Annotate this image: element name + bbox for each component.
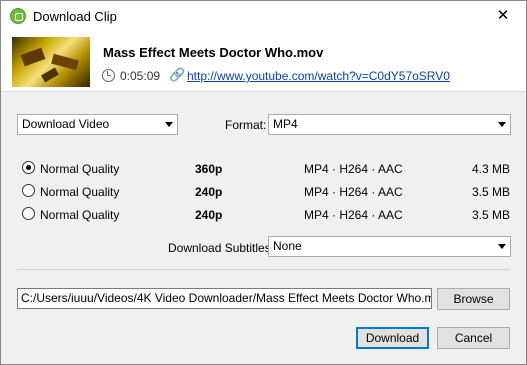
quality-radio[interactable] <box>22 184 35 197</box>
chevron-down-icon <box>165 122 173 127</box>
browse-button[interactable]: Browse <box>437 288 510 310</box>
video-thumbnail <box>12 37 90 87</box>
close-button[interactable]: ✕ <box>480 1 526 31</box>
quality-codec: MP4 · H264 · AAC <box>304 162 403 176</box>
quality-codec: MP4 · H264 · AAC <box>304 185 403 199</box>
quality-size: 3.5 MB <box>471 208 510 222</box>
format-label: Format: <box>225 118 267 132</box>
quality-resolution: 240p <box>195 185 223 199</box>
video-url-link[interactable]: http://www.youtube.com/watch?v=C0dY57oSR… <box>187 69 450 83</box>
output-path-field[interactable]: C:/Users/iuuu/Videos/4K Video Downloader… <box>17 288 432 309</box>
download-type-value: Download Video <box>22 117 110 131</box>
title-bar: Download Clip ✕ <box>1 1 526 31</box>
format-value: MP4 <box>273 117 298 131</box>
clock-icon <box>102 69 115 82</box>
download-button[interactable]: Download <box>356 327 429 349</box>
window-title: Download Clip <box>33 9 117 24</box>
quality-size: 3.5 MB <box>471 185 510 199</box>
quality-label: Normal Quality <box>40 185 120 199</box>
quality-label: Normal Quality <box>40 162 120 176</box>
cancel-button[interactable]: Cancel <box>437 327 510 349</box>
chevron-down-icon <box>498 244 506 249</box>
quality-label: Normal Quality <box>40 208 120 222</box>
quality-radio[interactable] <box>22 161 35 174</box>
divider <box>17 269 510 270</box>
quality-resolution: 240p <box>195 208 223 222</box>
chevron-down-icon <box>498 122 506 127</box>
subtitles-label: Download Subtitles: <box>168 241 275 255</box>
link-icon: 🔗 <box>169 67 186 82</box>
app-icon <box>10 8 26 24</box>
video-title: Mass Effect Meets Doctor Who.mov <box>103 45 324 60</box>
quality-radio[interactable] <box>22 207 35 220</box>
subtitles-select[interactable]: None <box>268 236 511 257</box>
subtitles-value: None <box>273 239 302 253</box>
video-info-header: Mass Effect Meets Doctor Who.mov 0:05:09… <box>1 31 526 92</box>
download-clip-dialog: Download Clip ✕ Mass Effect Meets Doctor… <box>0 0 527 365</box>
download-type-select[interactable]: Download Video <box>17 114 178 135</box>
quality-codec: MP4 · H264 · AAC <box>304 208 403 222</box>
quality-size: 4.3 MB <box>471 162 510 176</box>
video-duration: 0:05:09 <box>120 69 161 83</box>
format-select[interactable]: MP4 <box>268 114 511 135</box>
quality-resolution: 360p <box>195 162 223 176</box>
